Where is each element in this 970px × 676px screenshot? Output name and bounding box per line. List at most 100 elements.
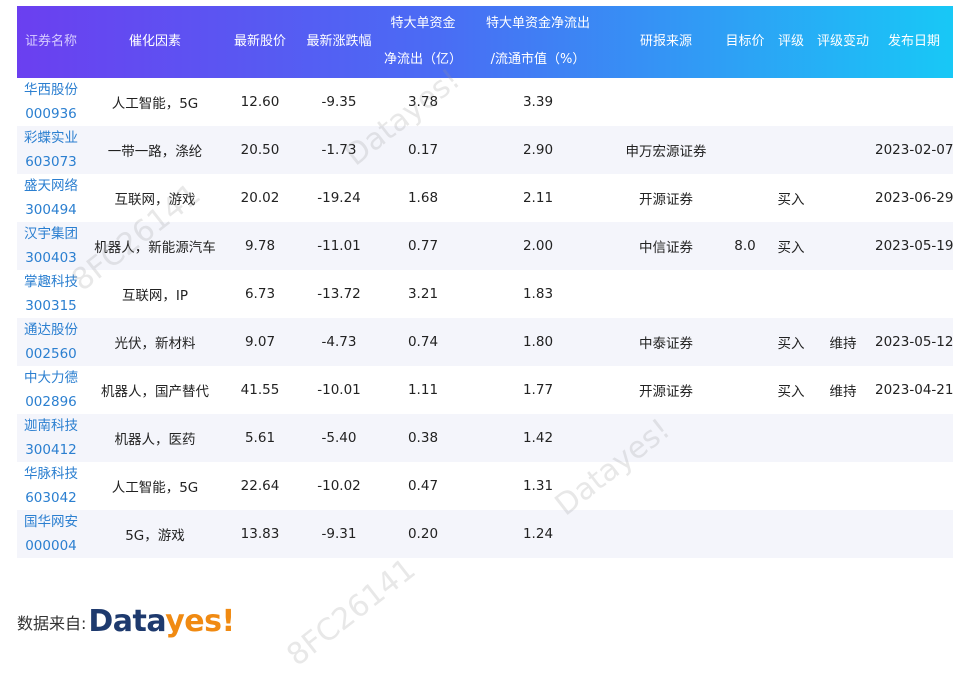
price-cell: 20.02 [240,190,280,206]
outflow-cell: 1.68 [407,190,439,206]
catalyst-cell: 机器人，新能源汽车 [94,240,216,256]
security-code-link[interactable]: 300494 [17,198,85,222]
catalyst-cell: 人工智能，5G [111,96,199,112]
rating-cell [771,270,811,318]
header-rating-change[interactable]: 评级变动 [811,6,875,78]
header-target-price[interactable]: 目标价 [719,6,771,78]
date-cell: 2023-05-19 [875,238,954,254]
security-code-link[interactable]: 603073 [17,150,85,174]
rating-change-cell [811,222,875,270]
catalyst-cell: 5G，游戏 [125,528,185,544]
change-cell: -9.31 [321,526,357,542]
header-publish-date[interactable]: 发布日期 [875,6,953,78]
stock-table: 证券名称 催化因素 最新股价 最新涨跌幅 特大单资金 净流出（亿） 特大单资金净… [17,6,953,558]
security-name-cell[interactable]: 中大力德 002896 [17,366,85,414]
security-name-link[interactable]: 通达股份 [17,318,85,342]
security-name-cell[interactable]: 盛天网络 300494 [17,174,85,222]
change-cell: -11.01 [317,238,361,254]
header-catalyst[interactable]: 催化因素 [85,6,225,78]
catalyst-cell: 机器人，医药 [114,432,196,448]
ratio-cell: 1.77 [522,382,554,398]
target-price-cell [719,318,771,366]
outflow-cell: 1.11 [407,382,439,398]
source-cell: 开源证券 [639,192,693,208]
header-ratio-line1: 特大单资金净流出 [485,16,590,31]
security-name-link[interactable]: 国华网安 [17,510,85,534]
datayes-logo[interactable]: Datayes! [88,604,235,639]
security-name-link[interactable]: 中大力德 [17,366,85,390]
security-code-link[interactable]: 002896 [17,390,85,414]
table-row: 国华网安 000004 5G，游戏 13.83 -9.31 0.20 1.24 [17,510,953,558]
outflow-cell: 0.77 [407,238,439,254]
rating-cell: 买入 [777,384,805,400]
header-ratio-line2: /流通市值（%） [490,52,586,67]
rating-cell: 买入 [777,240,805,256]
security-name-link[interactable]: 汉宇集团 [17,222,85,246]
rating-cell [771,462,811,510]
header-security-name[interactable]: 证券名称 [17,6,85,78]
table-row: 汉宇集团 300403 机器人，新能源汽车 9.78 -11.01 0.77 2.00 中信证… [17,222,953,270]
watermark: 8FC26141 [280,551,423,674]
security-code-link[interactable]: 300412 [17,438,85,462]
source-cell: 中信证券 [639,240,693,256]
header-latest-price[interactable]: 最新股价 [225,6,295,78]
catalyst-cell: 机器人，国产替代 [101,384,209,400]
security-code-link[interactable]: 300403 [17,246,85,270]
change-cell: -5.40 [321,430,357,446]
security-name-link[interactable]: 盛天网络 [17,174,85,198]
outflow-cell: 0.20 [407,526,439,542]
target-price-cell [719,366,771,414]
security-code-link[interactable]: 603042 [17,486,85,510]
ratio-cell: 2.00 [522,238,554,254]
table-row: 盛天网络 300494 互联网，游戏 20.02 -19.24 1.68 2.11 开源证券 买… [17,174,953,222]
table-row: 彩蝶实业 603073 一带一路，涤纶 20.50 -1.73 0.17 2.90 申万宏源证… [17,126,953,174]
security-code-link[interactable]: 000004 [17,534,85,558]
header-latest-change[interactable]: 最新涨跌幅 [295,6,383,78]
security-name-cell[interactable]: 彩蝶实业 603073 [17,126,85,174]
source-cell: 中泰证券 [639,336,693,352]
security-code-link[interactable]: 300315 [17,294,85,318]
header-rating[interactable]: 评级 [771,6,811,78]
security-code-link[interactable]: 002560 [17,342,85,366]
target-price-cell [719,462,771,510]
ratio-cell: 1.42 [522,430,554,446]
ratio-cell: 2.11 [522,190,554,206]
outflow-cell: 3.21 [407,286,439,302]
security-name-cell[interactable]: 国华网安 000004 [17,510,85,558]
header-report-source[interactable]: 研报来源 [613,6,719,78]
security-name-link[interactable]: 华西股份 [17,78,85,102]
change-cell: -10.02 [317,478,361,494]
rating-change-cell: 维持 [829,336,857,352]
table-body: 华西股份 000936 人工智能，5G 12.60 -9.35 3.78 3.39 彩蝶实业 6… [17,78,953,558]
security-name-cell[interactable]: 汉宇集团 300403 [17,222,85,270]
rating-change-cell [811,414,875,462]
change-cell: -1.73 [321,142,357,158]
rating-change-cell: 维持 [829,384,857,400]
security-name-cell[interactable]: 通达股份 002560 [17,318,85,366]
logo-text-data: Data [88,604,166,639]
security-name-cell[interactable]: 迦南科技 300412 [17,414,85,462]
price-cell: 13.83 [240,526,280,542]
price-cell: 12.60 [240,94,280,110]
price-cell: 22.64 [240,478,280,494]
source-cell [613,270,719,318]
security-code-link[interactable]: 000936 [17,102,85,126]
stock-table-container: 证券名称 催化因素 最新股价 最新涨跌幅 特大单资金 净流出（亿） 特大单资金净… [17,6,953,558]
change-cell: -9.35 [321,94,357,110]
security-name-link[interactable]: 华脉科技 [17,462,85,486]
security-name-cell[interactable]: 华西股份 000936 [17,78,85,126]
header-outflow[interactable]: 特大单资金 净流出（亿） [383,6,463,78]
security-name-cell[interactable]: 掌趣科技 300315 [17,270,85,318]
header-outflow-line1: 特大单资金 [390,16,456,31]
security-name-link[interactable]: 彩蝶实业 [17,126,85,150]
table-row: 华西股份 000936 人工智能，5G 12.60 -9.35 3.78 3.39 [17,78,953,126]
security-name-link[interactable]: 掌趣科技 [17,270,85,294]
price-cell: 9.78 [244,238,276,254]
price-cell: 9.07 [244,334,276,350]
price-cell: 5.61 [244,430,276,446]
security-name-link[interactable]: 迦南科技 [17,414,85,438]
target-price-cell [719,78,771,126]
table-row: 迦南科技 300412 机器人，医药 5.61 -5.40 0.38 1.42 [17,414,953,462]
security-name-cell[interactable]: 华脉科技 603042 [17,462,85,510]
header-outflow-ratio[interactable]: 特大单资金净流出 /流通市值（%） [463,6,613,78]
